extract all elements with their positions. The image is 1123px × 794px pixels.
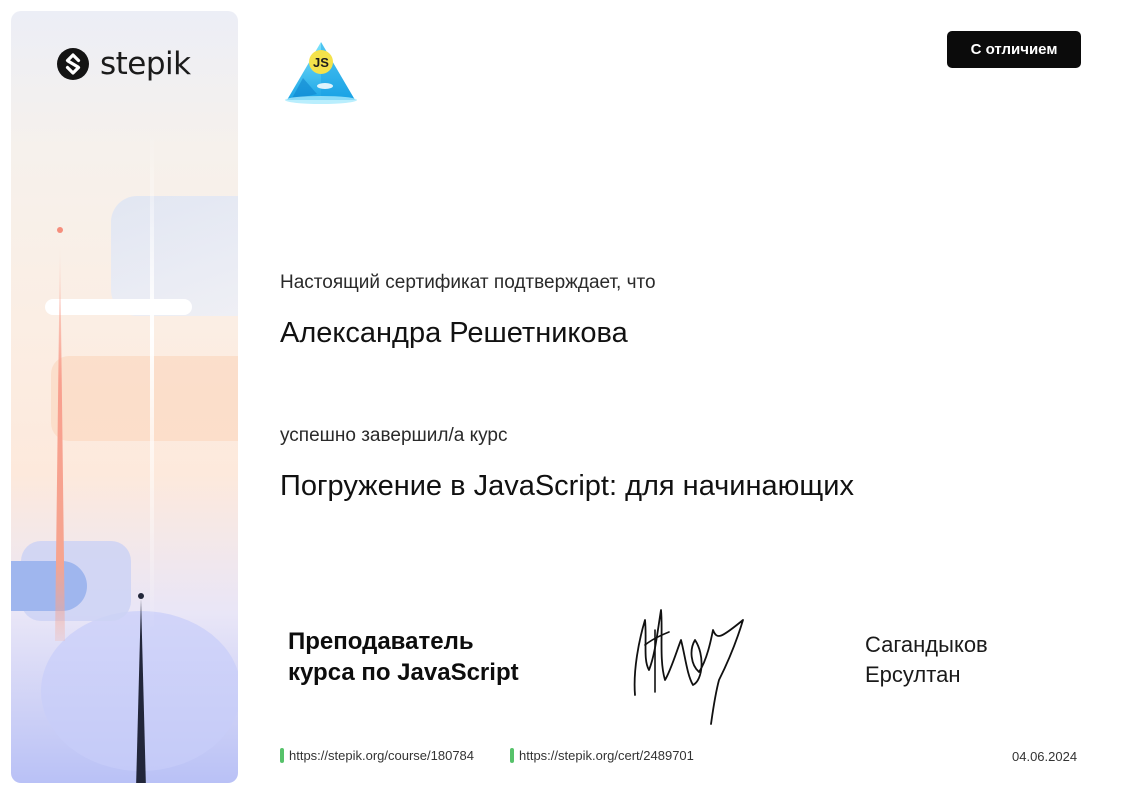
stepik-logo: stepik — [56, 46, 191, 82]
teacher-signature — [633, 609, 744, 725]
course-link[interactable]: https://stepik.org/course/180784 — [280, 748, 474, 763]
cert-url[interactable]: https://stepik.org/cert/2489701 — [519, 748, 694, 763]
decor-shape — [11, 561, 87, 611]
issue-date: 04.06.2024 — [1012, 749, 1078, 764]
stepik-logo-icon — [57, 48, 89, 80]
certificate-page: stepik JS С отличием Настоящий сертифика… — [0, 0, 1123, 794]
teacher-role-line: курса по JavaScript — [288, 659, 519, 686]
decor-white-bar — [45, 299, 192, 315]
completed-text: успешно завершил/а курс — [280, 425, 508, 446]
course-title: Погружение в JavaScript: для начинающих — [280, 470, 854, 502]
decor-shape — [51, 356, 238, 441]
cert-link[interactable]: https://stepik.org/cert/2489701 — [510, 748, 694, 763]
link-marker — [510, 748, 514, 763]
decor-red-dot — [57, 227, 63, 233]
teacher-name-line: Сагандыков — [865, 632, 988, 657]
teacher-name: Сагандыков Ерсултан — [865, 630, 988, 690]
decor-dark-dot — [138, 593, 144, 599]
course-icon: JS — [285, 42, 357, 104]
stepik-logo-text: stepik — [100, 46, 191, 82]
course-url[interactable]: https://stepik.org/course/180784 — [289, 748, 474, 763]
teacher-role-line: Преподаватель — [288, 628, 474, 655]
decorative-side-panel — [11, 11, 238, 783]
decor-light-stripe — [150, 131, 154, 631]
distinction-badge: С отличием — [947, 31, 1081, 68]
confirm-text: Настоящий сертификат подтверждает, что — [280, 272, 656, 293]
course-icon-label: JS — [313, 55, 329, 70]
link-marker — [280, 748, 284, 763]
recipient-name: Александра Решетникова — [280, 317, 628, 349]
teacher-role: Преподаватель курса по JavaScript — [288, 626, 588, 688]
teacher-name-line: Ерсултан — [865, 662, 961, 687]
decor-shape — [111, 196, 238, 316]
